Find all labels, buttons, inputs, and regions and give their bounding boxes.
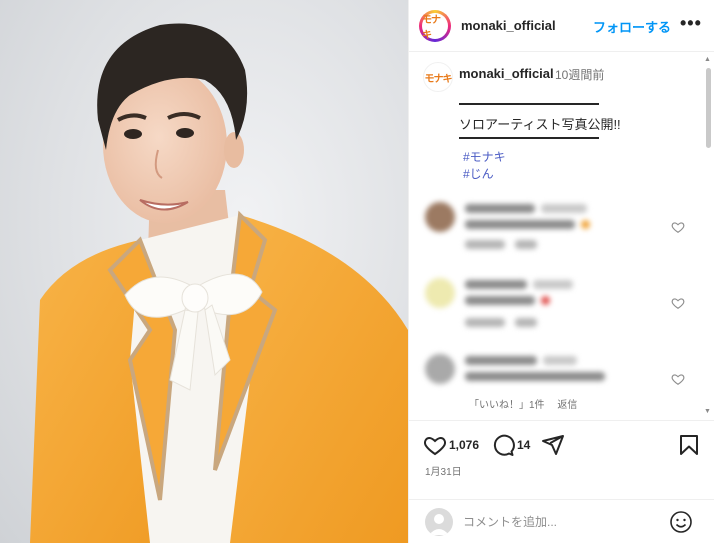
- heart-icon[interactable]: [423, 433, 447, 457]
- logo-text: モナキ: [422, 15, 441, 41]
- profile-avatar[interactable]: モナキ: [419, 10, 451, 42]
- portrait-image: [30, 23, 408, 543]
- post-date: 1月31日: [425, 467, 462, 478]
- caption-divider-top: [459, 103, 599, 105]
- comment-heart-icon[interactable]: [671, 220, 685, 234]
- comment-item: [423, 276, 693, 336]
- share-icon[interactable]: [541, 433, 565, 457]
- caption-avatar[interactable]: モナキ: [423, 62, 453, 92]
- follow-button[interactable]: フォローする: [593, 17, 671, 36]
- caption-divider-bottom: [459, 137, 599, 139]
- hashtag-jin[interactable]: #じん: [463, 165, 494, 182]
- comment-input[interactable]: [463, 513, 653, 531]
- comment-heart-icon[interactable]: [671, 372, 685, 386]
- scroll-down-arrow-icon[interactable]: ▼: [704, 408, 711, 415]
- comment-item: [423, 200, 693, 260]
- caption-text: ソロアーティスト写真公開!!: [459, 117, 621, 132]
- more-icon[interactable]: •••: [680, 13, 702, 34]
- comment-likes-link[interactable]: 「いいね！」1件: [469, 400, 545, 411]
- caption-username[interactable]: monaki_official: [459, 66, 554, 81]
- post-panel: モナキ monaki_official フォローする ••• モナキ monak…: [408, 0, 714, 543]
- hashtag-monaki[interactable]: #モナキ: [463, 148, 506, 165]
- scroll-up-arrow-icon[interactable]: ▲: [704, 56, 711, 63]
- comment-bar: [409, 499, 714, 543]
- comment-meta: 「いいね！」1件 返信: [469, 396, 587, 411]
- comment-icon[interactable]: [491, 433, 515, 457]
- comment-heart-icon[interactable]: [671, 296, 685, 310]
- header-username[interactable]: monaki_official: [461, 18, 556, 33]
- bookmark-icon[interactable]: [677, 433, 701, 457]
- caption-time: 10週間前: [555, 68, 605, 82]
- comment-count[interactable]: 14: [517, 438, 530, 452]
- caption-logo-text: モナキ: [424, 73, 453, 85]
- post-actions: 1,076 14 1月31日: [409, 420, 714, 543]
- post-photo[interactable]: [0, 0, 408, 543]
- avatar-icon: [425, 508, 453, 536]
- reply-link[interactable]: 返信: [557, 400, 577, 411]
- post-header: モナキ monaki_official フォローする •••: [409, 0, 714, 52]
- emoji-icon[interactable]: [669, 510, 693, 534]
- scrollbar-thumb[interactable]: [706, 68, 711, 148]
- like-count[interactable]: 1,076: [449, 438, 479, 452]
